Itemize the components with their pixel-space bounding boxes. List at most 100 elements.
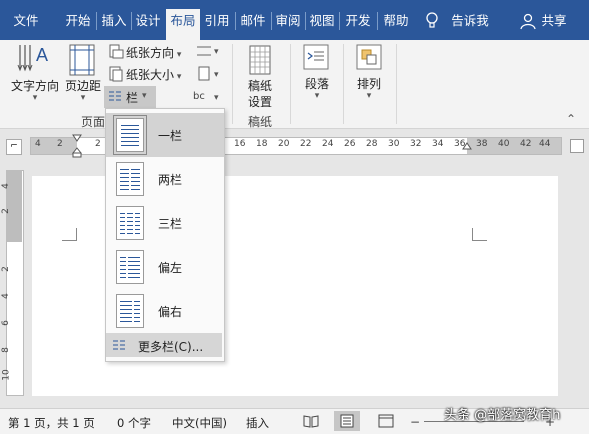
text-direction-button[interactable]: 文字方向 bbox=[8, 77, 62, 94]
chevron-down-icon[interactable]: ▾ bbox=[312, 91, 322, 101]
margins-button[interactable]: 页边距 bbox=[62, 77, 104, 94]
chevron-down-icon[interactable]: ▾ bbox=[78, 93, 88, 103]
ruler-tick: 4 bbox=[35, 139, 41, 149]
ruler-tick: 20 bbox=[278, 139, 290, 149]
ruler-tick: 26 bbox=[344, 139, 356, 149]
tab-separator bbox=[339, 12, 340, 30]
vruler-tick: 2 bbox=[0, 266, 11, 272]
first-line-indent-icon[interactable] bbox=[71, 134, 83, 161]
svg-text:bc: bc bbox=[193, 91, 205, 102]
tab-view[interactable]: 视图 bbox=[307, 10, 337, 32]
columns-button[interactable]: 栏 ▾ bbox=[104, 86, 156, 108]
zoom-out-icon[interactable]: − bbox=[410, 415, 420, 429]
orientation-icon[interactable] bbox=[108, 44, 124, 63]
ruler-tick: 44 bbox=[539, 139, 551, 149]
ruler-tick: 2 bbox=[57, 139, 63, 149]
ruler-tick: 28 bbox=[366, 139, 378, 149]
svg-text:▾: ▾ bbox=[214, 47, 219, 57]
chevron-down-icon: ▾ bbox=[174, 72, 182, 82]
tab-layout[interactable]: 布局 bbox=[166, 9, 200, 40]
ruler-tick: 22 bbox=[300, 139, 312, 149]
more-columns-icon bbox=[112, 339, 126, 354]
tab-separator bbox=[271, 12, 272, 30]
draft-settings-label: 设置 bbox=[247, 95, 272, 109]
word-count-status[interactable]: 0 个字 bbox=[117, 415, 151, 431]
read-mode-icon[interactable] bbox=[303, 414, 319, 431]
tab-references[interactable]: 引用 bbox=[202, 10, 232, 32]
vruler-tick: 10 bbox=[1, 369, 12, 381]
draft-paper-icon[interactable] bbox=[249, 45, 271, 78]
orientation-button[interactable]: 纸张方向 ▾ bbox=[126, 44, 181, 61]
margins-icon[interactable] bbox=[68, 44, 96, 79]
ruler-tick: 40 bbox=[498, 139, 510, 149]
ruler-tick: 32 bbox=[410, 139, 422, 149]
columns-dropdown-menu: 一栏 两栏 三栏 偏左 偏右 更多栏(C)... bbox=[105, 108, 225, 362]
tab-file[interactable]: 文件 bbox=[6, 10, 46, 32]
vruler-tick: 8 bbox=[0, 347, 11, 353]
chevron-down-icon[interactable]: ▾ bbox=[364, 91, 374, 101]
collapse-ribbon-icon[interactable]: ⌃ bbox=[566, 112, 576, 126]
vruler-tick: 4 bbox=[0, 183, 11, 189]
tab-selector-icon[interactable]: ⌐ bbox=[6, 139, 22, 155]
print-layout-icon bbox=[340, 414, 354, 428]
draft-settings-button[interactable]: 稿纸 bbox=[242, 77, 278, 94]
tab-mailings[interactable]: 邮件 bbox=[237, 10, 269, 32]
two-columns-icon bbox=[116, 162, 144, 196]
menu-item-three-columns[interactable]: 三栏 bbox=[106, 201, 224, 245]
tab-home[interactable]: 开始 bbox=[62, 10, 94, 32]
one-column-icon bbox=[113, 115, 147, 155]
group-divider bbox=[343, 44, 344, 124]
tab-separator bbox=[96, 12, 97, 30]
paragraph-icon[interactable] bbox=[303, 44, 329, 73]
tab-separator bbox=[305, 12, 306, 30]
tab-review[interactable]: 审阅 bbox=[273, 10, 303, 32]
menu-item-label: 两栏 bbox=[158, 173, 183, 187]
language-status[interactable]: 中文(中国) bbox=[172, 415, 227, 431]
web-layout-icon[interactable] bbox=[378, 414, 394, 431]
group-label-draft: 稿纸 bbox=[247, 115, 272, 129]
tab-design[interactable]: 设计 bbox=[133, 10, 163, 32]
watermark-text: 头条 @部落窝教育h bbox=[444, 408, 561, 423]
chevron-down-icon: ▾ bbox=[174, 50, 182, 60]
insert-mode-status[interactable]: 插入 bbox=[246, 415, 269, 431]
ruler-tick: 2 bbox=[95, 139, 101, 149]
hyphenation-icon[interactable]: bc ▾ bbox=[193, 88, 223, 107]
vertical-ruler-margin bbox=[6, 170, 22, 242]
left-column-icon bbox=[116, 250, 144, 284]
columns-label: 栏 bbox=[126, 91, 139, 105]
tab-separator bbox=[131, 12, 132, 30]
tab-help[interactable]: 帮助 bbox=[379, 10, 413, 32]
page-count-status[interactable]: 第 1 页，共 1 页 bbox=[8, 415, 95, 431]
margin-corner-mark bbox=[472, 228, 487, 241]
print-layout-button[interactable] bbox=[334, 411, 360, 431]
paper-size-icon[interactable] bbox=[108, 66, 124, 85]
chevron-down-icon: ▾ bbox=[142, 91, 147, 101]
line-numbers-icon[interactable]: ▾ bbox=[195, 66, 223, 85]
tab-separator bbox=[235, 12, 236, 30]
paragraph-button[interactable]: 段落 bbox=[300, 75, 334, 92]
svg-text:A: A bbox=[36, 45, 48, 65]
view-ruler-toggle[interactable] bbox=[570, 139, 584, 153]
arrange-icon[interactable] bbox=[356, 44, 382, 73]
tell-me-search[interactable]: 告诉我 bbox=[448, 10, 492, 32]
menu-item-one-column[interactable]: 一栏 bbox=[106, 113, 224, 157]
share-button[interactable]: 共享 bbox=[539, 10, 569, 32]
svg-text:▾: ▾ bbox=[214, 93, 219, 103]
lightbulb-icon[interactable] bbox=[425, 12, 439, 33]
tab-developer[interactable]: 开发 bbox=[341, 10, 375, 32]
tab-insert[interactable]: 插入 bbox=[99, 10, 129, 32]
breaks-icon[interactable]: ▾ bbox=[195, 43, 223, 62]
arrange-button[interactable]: 排列 bbox=[352, 75, 386, 92]
menu-item-right-column[interactable]: 偏右 bbox=[106, 289, 224, 333]
share-person-icon[interactable] bbox=[519, 12, 537, 33]
more-columns-button[interactable]: 更多栏(C)... bbox=[106, 333, 222, 357]
group-label-page: 页面 bbox=[80, 115, 105, 129]
chevron-down-icon[interactable]: ▾ bbox=[30, 93, 40, 103]
menu-item-two-columns[interactable]: 两栏 bbox=[106, 157, 224, 201]
margin-corner-mark bbox=[62, 228, 77, 241]
right-indent-icon[interactable] bbox=[462, 141, 472, 158]
svg-text:▾: ▾ bbox=[214, 70, 219, 80]
text-direction-icon[interactable]: A bbox=[12, 43, 52, 80]
paper-size-button[interactable]: 纸张大小 ▾ bbox=[126, 66, 181, 83]
menu-item-left-column[interactable]: 偏左 bbox=[106, 245, 224, 289]
